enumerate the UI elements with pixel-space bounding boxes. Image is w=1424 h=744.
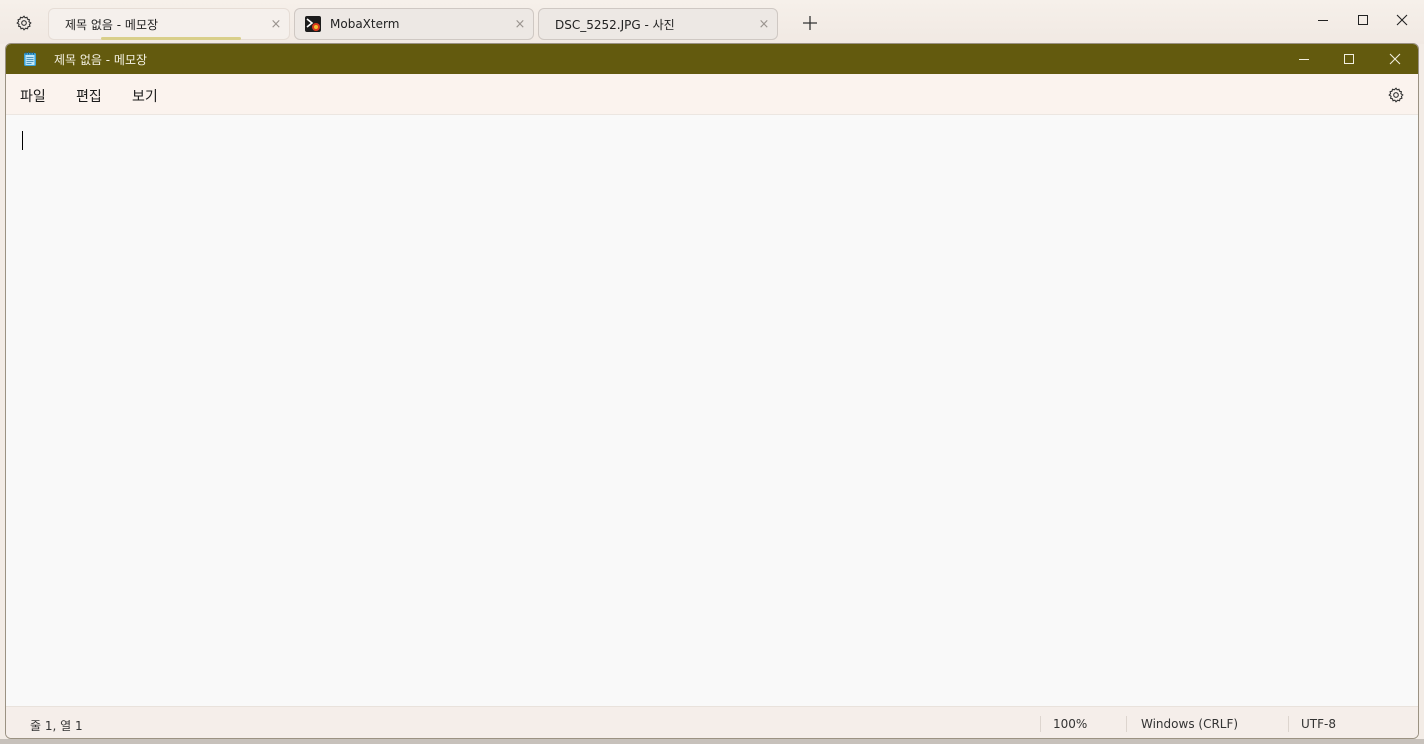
- notepad-icon: [23, 51, 37, 67]
- status-divider: [1288, 716, 1289, 732]
- maximize-button[interactable]: [1329, 48, 1369, 70]
- close-icon[interactable]: ×: [513, 17, 527, 31]
- gear-icon[interactable]: [1386, 85, 1406, 105]
- close-button[interactable]: [1375, 48, 1415, 70]
- plus-icon[interactable]: [798, 12, 822, 34]
- tab-label: MobaXterm: [330, 17, 400, 31]
- text-editor[interactable]: [6, 115, 1418, 706]
- maximize-button[interactable]: [1343, 9, 1383, 31]
- tab-notepad[interactable]: 제목 없음 - 메모장 ×: [48, 8, 290, 40]
- tab-photos[interactable]: DSC_5252.JPG - 사진 ×: [538, 8, 778, 40]
- minimize-button[interactable]: [1284, 48, 1324, 70]
- menu-view[interactable]: 보기: [132, 86, 158, 106]
- gear-icon[interactable]: [12, 12, 36, 34]
- status-bar: 줄 1, 열 1 100% Windows (CRLF) UTF-8: [6, 706, 1418, 738]
- tab-label: 제목 없음 - 메모장: [65, 17, 159, 32]
- tab-label: DSC_5252.JPG - 사진: [555, 17, 675, 32]
- encoding[interactable]: UTF-8: [1301, 717, 1336, 731]
- title-bar: 제목 없음 - 메모장: [6, 44, 1418, 74]
- status-divider: [1040, 716, 1041, 732]
- tab-mobaxterm[interactable]: MobaXterm ×: [294, 8, 534, 40]
- close-icon[interactable]: ×: [757, 17, 771, 31]
- status-divider: [1126, 716, 1127, 732]
- desktop-edge: [0, 739, 1424, 744]
- line-ending[interactable]: Windows (CRLF): [1141, 717, 1238, 731]
- mobaxterm-icon: [304, 15, 322, 33]
- minimize-button[interactable]: [1303, 9, 1343, 31]
- window-title: 제목 없음 - 메모장: [54, 53, 148, 67]
- zoom-level[interactable]: 100%: [1053, 717, 1087, 731]
- notepad-window: 제목 없음 - 메모장 파일 편집 보기 줄 1, 열 1 100% Windo…: [5, 43, 1419, 739]
- close-button[interactable]: [1382, 9, 1422, 31]
- menu-bar: 파일 편집 보기: [6, 74, 1418, 115]
- tab-bar: 제목 없음 - 메모장 × MobaXterm × DSC_5252.JPG -…: [0, 0, 1424, 44]
- text-caret: [22, 131, 23, 150]
- menu-edit[interactable]: 편집: [76, 86, 102, 106]
- cursor-position: 줄 1, 열 1: [30, 719, 83, 733]
- menu-file[interactable]: 파일: [20, 86, 46, 106]
- close-icon[interactable]: ×: [269, 17, 283, 31]
